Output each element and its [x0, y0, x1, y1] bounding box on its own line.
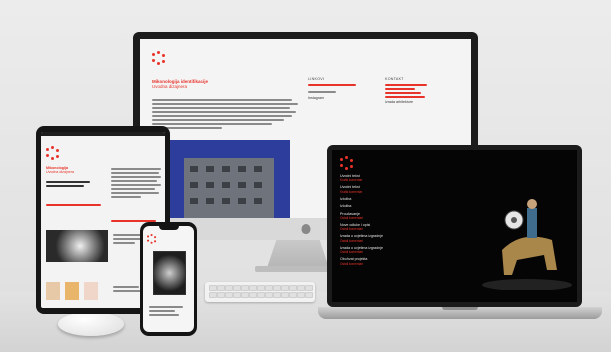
- tablet-subheading: [46, 179, 106, 189]
- phone-caption: [149, 304, 189, 318]
- tablet-status-bar: [41, 132, 165, 136]
- imac-stand: [267, 240, 329, 268]
- tablet-red-line: [46, 204, 101, 206]
- laptop-base: [318, 307, 602, 319]
- phone-artwork-image[interactable]: [153, 251, 186, 295]
- laptop-menu: Uvodni tekst Kratki komentar Uvodni teks…: [340, 174, 450, 269]
- laptop-lid: Uvodni tekst Kratki komentar Uvodni teks…: [327, 145, 582, 307]
- menu-item-sub: Ostali komentari: [340, 238, 364, 243]
- desktop-heading-line2: Uvodna dizajnera: [152, 84, 188, 89]
- studio-logo-icon: [46, 146, 60, 160]
- tablet-video-thumbnail[interactable]: [46, 230, 108, 262]
- contact-label: KONTAKT: [385, 77, 404, 81]
- menu-item-sub: Ostali komentari: [340, 216, 364, 221]
- tablet-heading: Mikonologija Uvodna dizajnera: [46, 166, 111, 174]
- menu-item-sub: Kratki komentar: [340, 189, 363, 194]
- menu-item-sub: Ostali komentari: [340, 261, 364, 266]
- desktop-body-text: [152, 97, 302, 131]
- magic-mouse: [58, 312, 124, 336]
- smartphone: [140, 222, 197, 336]
- links-label: LINKOVI: [308, 77, 325, 81]
- desktop-links-column: LINKOVI Instagram: [308, 77, 368, 101]
- col3-item[interactable]: Izrada arhitekture: [385, 100, 465, 105]
- performer-with-horse-photo: [472, 190, 572, 290]
- menu-item[interactable]: Izložba: [340, 204, 450, 208]
- studio-logo-icon: [340, 156, 354, 170]
- tablet-subtitle: Uvodna dizajnera: [46, 170, 74, 174]
- menu-item-sub: Ostali komentari: [340, 250, 364, 255]
- tablet-body-text: [111, 166, 163, 200]
- building-photo: [170, 140, 290, 218]
- desktop-heading: Mikonologija identifikacije Uvodna dizaj…: [152, 79, 208, 89]
- menu-item-sub: Kratki komentar: [340, 178, 363, 183]
- laptop-website-screen: Uvodni tekst Kratki komentar Uvodni teks…: [332, 150, 577, 302]
- menu-item-sub: Ostali komentari: [340, 227, 364, 232]
- studio-logo-icon: [147, 234, 157, 244]
- desktop-contact-column: KONTAKT Izrada arhitekture: [385, 77, 465, 105]
- phone-notch: [158, 226, 179, 230]
- tablet-thumb-3[interactable]: [84, 282, 98, 300]
- product-mockup-scene: Mikonologija identifikacije Uvodna dizaj…: [0, 0, 611, 352]
- tablet-thumb-2[interactable]: [65, 282, 79, 300]
- phone-website-screen: [143, 226, 194, 332]
- menu-item[interactable]: Izložba: [340, 197, 450, 201]
- keyboard: [205, 282, 315, 302]
- col2-item[interactable]: Instagram: [308, 96, 368, 101]
- tablet-thumb-1[interactable]: [46, 282, 60, 300]
- studio-logo-icon: [152, 51, 166, 65]
- apple-logo-icon: [301, 224, 310, 234]
- laptop-opening-notch: [442, 307, 478, 310]
